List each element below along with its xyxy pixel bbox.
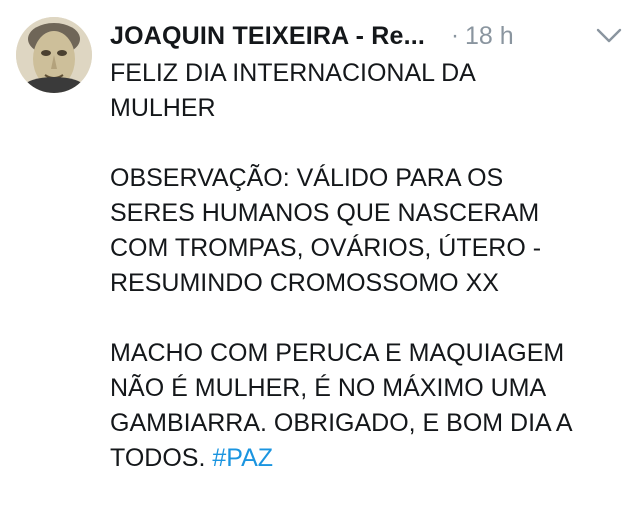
text-line: MULHER <box>110 94 216 122</box>
hashtag-link[interactable]: #PAZ <box>212 444 273 472</box>
text-fragment: TODOS. <box>110 444 206 472</box>
text-line-last: TODOS. #PAZ <box>110 441 630 476</box>
author-name[interactable]: JOAQUIN TEIXEIRA - Re... <box>110 22 425 51</box>
avatar[interactable] <box>16 17 92 93</box>
text-line: MACHO COM PERUCA E MAQUIAGEM <box>110 339 565 367</box>
text-line: NÃO É MULHER, É NO MÁXIMO UMA <box>110 374 547 402</box>
timestamp[interactable]: 18 h <box>465 22 514 51</box>
tweet-header: JOAQUIN TEIXEIRA - Re... · 18 h <box>110 18 630 54</box>
chevron-down-icon[interactable] <box>594 24 624 46</box>
text-line: COM TROMPAS, OVÁRIOS, ÚTERO - <box>110 234 542 262</box>
text-line: OBSERVAÇÃO: VÁLIDO PARA OS <box>110 164 504 192</box>
text-line: FELIZ DIA INTERNACIONAL DA <box>110 59 476 87</box>
tweet-text: FELIZ DIA INTERNACIONAL DA MULHER OBSERV… <box>110 56 630 476</box>
separator-dot: · <box>451 22 460 49</box>
avatar-portrait-image <box>16 17 92 93</box>
text-line: GAMBIARRA. OBRIGADO, E BOM DIA A <box>110 409 573 437</box>
text-line: SERES HUMANOS QUE NASCERAM <box>110 199 540 227</box>
text-line: RESUMINDO CROMOSSOMO XX <box>110 269 499 297</box>
tweet-card[interactable]: JOAQUIN TEIXEIRA - Re... · 18 h FELIZ DI… <box>0 0 640 506</box>
